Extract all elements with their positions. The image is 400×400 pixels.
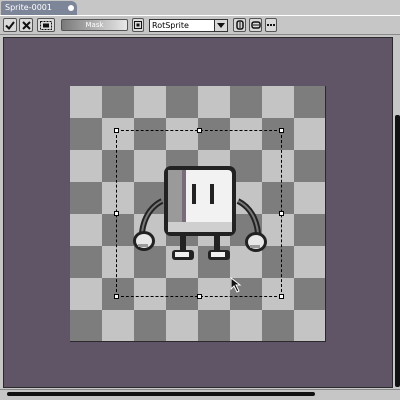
- rotation-algorithm-select[interactable]: RotSprite: [149, 19, 228, 32]
- resize-handle-left[interactable]: [114, 211, 119, 216]
- tab-sprite[interactable]: Sprite-0001: [1, 1, 77, 15]
- tab-close-icon[interactable]: [68, 5, 74, 11]
- selection-frame-icon: [40, 20, 52, 30]
- flip-vertical-icon: [250, 21, 261, 29]
- mask-toggle[interactable]: Mask: [61, 19, 128, 31]
- more-options-button[interactable]: [265, 18, 277, 32]
- vertical-scrollbar[interactable]: [394, 37, 400, 388]
- pivot-icon: [134, 21, 142, 29]
- flip-horizontal-button[interactable]: [233, 18, 246, 32]
- selection-mode-button[interactable]: [37, 18, 55, 32]
- resize-handle-top-left[interactable]: [114, 128, 119, 133]
- sprite-editor[interactable]: [3, 37, 393, 388]
- resize-handle-bottom-right[interactable]: [279, 294, 284, 299]
- horizontal-scrollbar-thumb[interactable]: [7, 392, 315, 396]
- pivot-button[interactable]: [132, 18, 144, 32]
- rotation-algorithm-value: RotSprite: [152, 21, 189, 30]
- transform-toolbar: Mask RotSprite: [0, 15, 400, 35]
- flip-horizontal-icon: [235, 20, 244, 30]
- tab-label: Sprite-0001: [5, 3, 52, 12]
- resize-handle-bottom-left[interactable]: [114, 294, 119, 299]
- more-icon: [267, 24, 275, 26]
- tab-bar: Sprite-0001: [0, 0, 400, 15]
- flip-vertical-button[interactable]: [249, 18, 262, 32]
- horizontal-scrollbar[interactable]: [0, 389, 400, 400]
- confirm-button[interactable]: [3, 18, 17, 32]
- resize-handle-top-right[interactable]: [279, 128, 284, 133]
- sprite-canvas[interactable]: [70, 86, 326, 342]
- mask-label: Mask: [85, 21, 104, 29]
- chevron-down-icon: [214, 20, 227, 31]
- move-cursor-icon: [230, 277, 242, 293]
- resize-handle-right[interactable]: [279, 211, 284, 216]
- vertical-scrollbar-thumb[interactable]: [395, 115, 400, 387]
- resize-handle-bottom[interactable]: [197, 294, 202, 299]
- resize-handle-top[interactable]: [197, 128, 202, 133]
- selection-marquee[interactable]: [114, 128, 284, 299]
- cancel-button[interactable]: [19, 18, 33, 32]
- checkmark-icon: [5, 20, 15, 30]
- x-icon: [21, 20, 31, 30]
